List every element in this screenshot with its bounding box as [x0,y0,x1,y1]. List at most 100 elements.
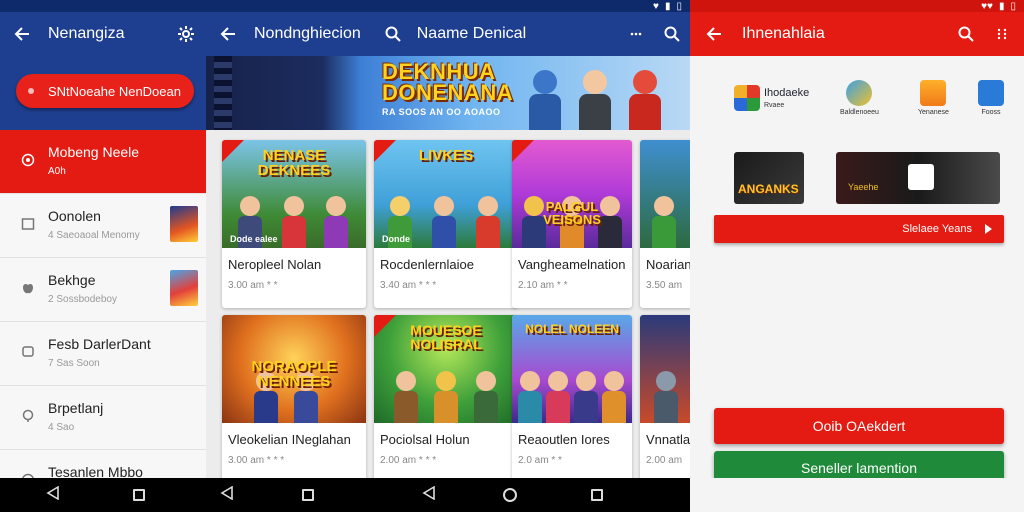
game-card[interactable]: PALGUL VEISONS Vangheamelnation 2.10 am … [512,140,632,308]
game-thumbnail [170,206,198,242]
b-logo-icon [978,80,1004,106]
dot-icon [28,88,34,94]
nav-item[interactable]: Oonolen 4 Saeoaoal Menomy [0,194,206,258]
nav-home-icon[interactable] [503,488,517,502]
card-art [640,315,690,423]
character-figure [322,196,350,248]
character-figure [626,70,664,130]
nav-item-subtitle: A0h [48,166,66,177]
corner-badge [512,140,534,162]
character-figure [280,196,308,248]
nav-item-title: Tesanlen Mbbo [48,464,143,478]
nav-back-icon[interactable] [422,485,436,505]
game-tile[interactable]: Yaeehe [836,152,1000,204]
back-arrow-icon[interactable] [696,16,732,52]
card-name: Reaoutlen Iores [518,432,610,447]
nav-item-title: Bekhge [48,272,96,288]
more-vert-icon[interactable] [618,16,654,52]
settings-icon[interactable] [168,16,204,52]
nav-recents-icon[interactable] [133,489,145,501]
chevron-right-icon [985,224,992,234]
location-icon [20,408,36,424]
character-figure [576,70,614,130]
card-art-title: LIVKES [418,147,474,164]
game-thumbnail [170,270,198,306]
nav-back-icon[interactable] [220,485,234,505]
app-bar-left: Nenangiza [0,12,206,56]
brand-name: Ihodaeke [764,87,810,99]
banner-logo: DEKNHUA DONENANA RA SOOS AN OO AOAOO [382,61,513,116]
character-figure [650,196,678,248]
back-arrow-icon[interactable] [210,16,246,52]
play-logo-icon [908,164,934,190]
card-art [640,140,690,248]
status-bar [206,0,690,12]
game-card[interactable]: NORAOPLE NENNEES Vleokelian INeglahan 3.… [222,315,366,478]
banner-art: DEKNHUA DONENANA RA SOOS AN OO AOAOO [376,56,690,130]
grid-menu-icon[interactable] [984,16,1020,52]
brand-logo[interactable]: Baldlenoeeu [840,80,879,116]
game-tile[interactable]: ANGANKS [734,152,804,204]
app-bar-right: Ihnenahlaia [690,12,1024,56]
search-icon[interactable] [948,16,984,52]
detail-pane: ♥♥ ▮ ▯ Ihnenahlaia Ihodaeke Rvaee Baldle… [690,0,1024,478]
card-art-title: NOLEL NOLEEN [525,322,619,336]
status-bar [690,0,1024,12]
heart-icon: ♥♥ [981,0,993,12]
nav-item-subtitle: 4 Saeoaoal Menomy [48,230,140,241]
drawer-nav-list: Mobeng Neele A0h Oonolen 4 Saeoaoal Meno… [0,130,206,478]
game-card[interactable]: LIVKES Donde Rocdenlernlaioe 3.40 am * *… [374,140,518,308]
card-art-title: NENASE DEKNEES [257,147,331,179]
card-name: Vangheamelnation [518,257,626,272]
search-query[interactable]: Naame Denical [417,25,526,43]
pill-label: SNtNoeahe NenDoean [48,83,181,99]
character-figure [600,371,628,423]
search-icon[interactable] [375,16,411,52]
secondary-button[interactable]: Seneller lamention [714,451,1004,478]
character-figure [430,196,458,248]
card-art: NOLEL NOLEEN [512,315,632,423]
game-card[interactable]: NOLEL NOLEEN Reaoutlen Iores 2.0 am * * [512,315,632,478]
game-card[interactable]: Noarian 3.50 am [640,140,690,308]
card-art: LIVKES Donde [374,140,518,248]
game-card[interactable]: NENASE DEKNEES Dode ealee Neropleel Nola… [222,140,366,308]
highlight-pill-button[interactable]: SNtNoeahe NenDoean [16,74,194,108]
nav-back-icon[interactable] [46,485,60,505]
card-name: Vnnatlan [646,432,690,447]
apple-icon [20,280,36,296]
nav-recents-icon[interactable] [591,489,603,501]
card-art: PALGUL VEISONS [512,140,632,248]
character-figure [544,371,572,423]
card-meta: 2.0 am * * [518,455,562,466]
primary-button[interactable]: Ooib OAekdert [714,408,1004,444]
nav-recents-icon[interactable] [302,489,314,501]
nav-item[interactable]: Tesanlen Mbbo [0,450,206,478]
nav-item[interactable]: Brpetlanj 4 Sao [0,386,206,450]
catalog-pane: Nondnghiecion Naame Denical ♥ ▮ ▯ DEKNHU… [206,0,690,478]
cube-logo-icon [734,85,760,111]
character-figure [432,371,460,423]
promo-banner[interactable]: DEKNHUA DONENANA RA SOOS AN OO AOAOO [206,56,690,130]
brand-caption: Rvaee [764,102,785,109]
game-card[interactable]: Vnnatlan 2.00 am [640,315,690,478]
select-button[interactable]: Slelaee Yeans [714,215,1004,243]
card-art: NORAOPLE NENNEES [222,315,366,423]
brand-logo[interactable]: Yenanese [918,80,949,116]
brand-logo[interactable]: Fooss [978,80,1004,116]
character-figure [572,371,600,423]
game-card[interactable]: MOUESOE NOLISRAL Pociolsal Holun 2.00 am… [374,315,518,478]
nav-item[interactable]: Mobeng Neele A0h [0,130,206,194]
nav-item-title: Fesb DarlerDant [48,336,151,352]
card-meta: 2.00 am [646,455,683,466]
brand-logo[interactable]: Ihodaeke Rvaee [734,80,809,116]
tile-label: Yaeehe [848,182,879,192]
banner-chain-decor [214,56,232,130]
card-art-title: MOUESOE NOLISRAL [410,322,482,352]
folder-logo-icon [920,80,947,106]
back-arrow-icon[interactable] [4,16,40,52]
nav-item[interactable]: Bekhge 2 Sossbodeboy [0,258,206,322]
card-meta: 3.00 am * * * [228,455,285,466]
system-nav-bar [0,478,690,512]
nav-item[interactable]: Fesb DarlerDant 7 Sas Soon [0,322,206,386]
search-icon[interactable] [654,16,690,52]
